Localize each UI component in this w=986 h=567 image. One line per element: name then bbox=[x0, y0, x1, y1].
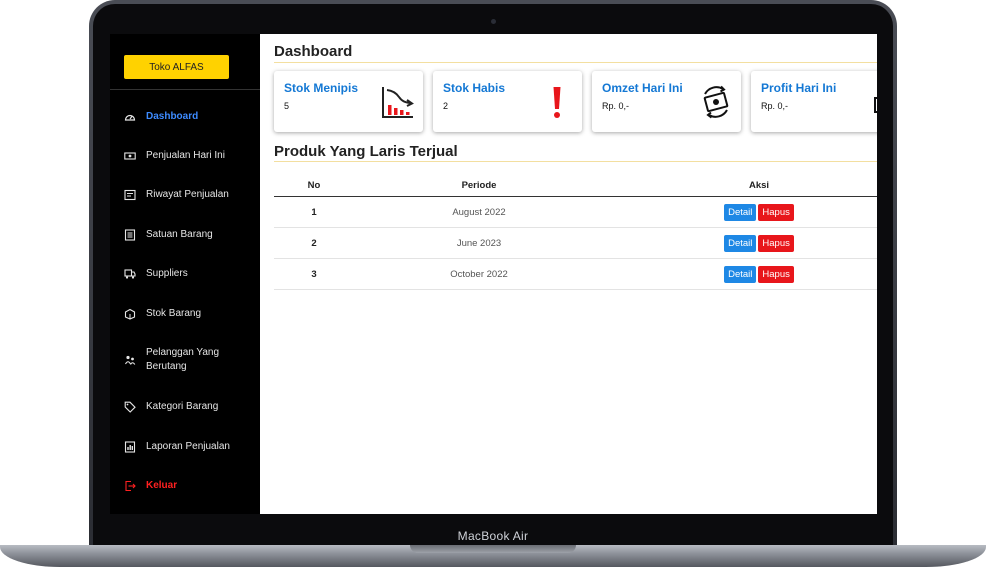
logout-icon bbox=[124, 480, 136, 492]
detail-button[interactable]: Detail bbox=[724, 203, 757, 221]
card-profit-hari-ini[interactable]: Profit Hari Ini Rp. 0,- bbox=[751, 71, 877, 132]
column-header-aksi: Aksi bbox=[604, 174, 877, 197]
cell-periode: October 2022 bbox=[354, 258, 604, 290]
tag-icon bbox=[124, 401, 136, 413]
column-header-no: No bbox=[274, 174, 354, 197]
cell-aksi: Detail Hapus bbox=[604, 258, 877, 290]
cell-aksi: Detail Hapus bbox=[604, 196, 877, 228]
main-content: Dashboard Stok Menipis 5 Stok Habis 2 Om… bbox=[274, 34, 877, 514]
list-icon bbox=[124, 229, 136, 241]
dashboard-gauge-icon bbox=[124, 111, 136, 123]
table-header-row: No Periode Aksi bbox=[274, 174, 877, 197]
sidebar-item-kategori-barang[interactable]: Kategori Barang bbox=[124, 400, 254, 414]
sidebar-item-label: Laporan Penjualan bbox=[146, 441, 230, 452]
sidebar-item-label: Penjualan Hari Ini bbox=[146, 150, 225, 161]
card-value: Rp. 0,- bbox=[761, 101, 789, 111]
sidebar-item-label: Satuan Barang bbox=[146, 229, 213, 240]
table-row: 2 June 2023 Detail Hapus bbox=[274, 227, 877, 259]
sidebar-item-suppliers[interactable]: Suppliers bbox=[124, 267, 254, 281]
money-icon bbox=[872, 83, 877, 121]
sidebar-item-penjualan-hari-ini[interactable]: Penjualan Hari Ini bbox=[124, 149, 254, 163]
detail-button[interactable]: Detail bbox=[724, 265, 757, 283]
people-icon bbox=[124, 354, 136, 366]
sidebar-item-riwayat-penjualan[interactable]: Riwayat Penjualan bbox=[124, 188, 254, 202]
card-omzet-hari-ini[interactable]: Omzet Hari Ini Rp. 0,- bbox=[592, 71, 741, 132]
sidebar-item-laporan-penjualan[interactable]: Laporan Penjualan bbox=[124, 440, 254, 454]
table-row: 3 October 2022 Detail Hapus bbox=[274, 258, 877, 290]
sidebar-item-pelanggan-yang-berutang[interactable]: Pelanggan Yang Berutang bbox=[124, 346, 254, 374]
cell-periode: June 2023 bbox=[354, 227, 604, 259]
sidebar: Toko ALFAS Dashboard Penjualan Hari Ini … bbox=[110, 34, 260, 514]
sidebar-item-label: Pelanggan Yang Berutang bbox=[146, 347, 220, 372]
column-header-periode: Periode bbox=[354, 174, 604, 197]
hapus-button[interactable]: Hapus bbox=[758, 203, 794, 221]
title-underline bbox=[274, 62, 877, 63]
best-selling-table: No Periode Aksi 1 August 2022 Detail Hapu… bbox=[274, 174, 877, 290]
card-stok-menipis[interactable]: Stok Menipis 5 bbox=[274, 71, 423, 132]
card-title: Omzet Hari Ini bbox=[602, 81, 683, 95]
card-title: Stok Menipis bbox=[284, 81, 359, 95]
card-title: Profit Hari Ini bbox=[761, 81, 837, 95]
cell-no: 3 bbox=[274, 258, 354, 290]
cell-aksi: Detail Hapus bbox=[604, 227, 877, 259]
card-value: 2 bbox=[443, 101, 449, 111]
sidebar-item-label: Dashboard bbox=[146, 111, 199, 122]
app-screen: Toko ALFAS Dashboard Penjualan Hari Ini … bbox=[110, 34, 877, 514]
sidebar-item-stok-barang[interactable]: Stok Barang bbox=[124, 307, 254, 321]
sidebar-item-label: Suppliers bbox=[146, 268, 188, 279]
cell-periode: August 2022 bbox=[354, 196, 604, 228]
money-exchange-icon bbox=[699, 83, 733, 121]
box-icon bbox=[124, 308, 136, 320]
cell-no: 2 bbox=[274, 227, 354, 259]
card-value: 5 bbox=[284, 101, 290, 111]
detail-button[interactable]: Detail bbox=[724, 234, 757, 252]
sidebar-item-dashboard[interactable]: Dashboard bbox=[124, 110, 254, 124]
section-title: Produk Yang Laris Terjual bbox=[274, 143, 458, 160]
store-button[interactable]: Toko ALFAS bbox=[124, 55, 229, 79]
sidebar-item-label: Riwayat Penjualan bbox=[146, 189, 229, 200]
sidebar-item-label: Kategori Barang bbox=[146, 401, 219, 412]
sidebar-item-label: Stok Barang bbox=[146, 308, 202, 319]
table-row: 1 August 2022 Detail Hapus bbox=[274, 196, 877, 228]
history-icon bbox=[124, 189, 136, 201]
page-title: Dashboard bbox=[274, 43, 353, 60]
declining-chart-icon bbox=[381, 83, 415, 121]
cell-no: 1 bbox=[274, 196, 354, 228]
device-brand-label: MacBook Air bbox=[457, 529, 529, 543]
card-stok-habis[interactable]: Stok Habis 2 bbox=[433, 71, 582, 132]
laptop-notch bbox=[410, 545, 576, 553]
card-title: Stok Habis bbox=[443, 81, 506, 95]
sidebar-item-keluar[interactable]: Keluar bbox=[124, 479, 254, 493]
hapus-button[interactable]: Hapus bbox=[758, 234, 794, 252]
sidebar-item-label: Keluar bbox=[146, 480, 178, 491]
report-icon bbox=[124, 441, 136, 453]
card-value: Rp. 0,- bbox=[602, 101, 630, 111]
section-underline bbox=[274, 161, 877, 162]
cash-icon bbox=[124, 150, 136, 162]
camera-icon bbox=[491, 19, 496, 24]
exclamation-icon bbox=[540, 83, 574, 121]
sidebar-divider bbox=[110, 89, 260, 90]
hapus-button[interactable]: Hapus bbox=[758, 265, 794, 283]
truck-icon bbox=[124, 268, 136, 280]
sidebar-item-satuan-barang[interactable]: Satuan Barang bbox=[124, 228, 254, 242]
